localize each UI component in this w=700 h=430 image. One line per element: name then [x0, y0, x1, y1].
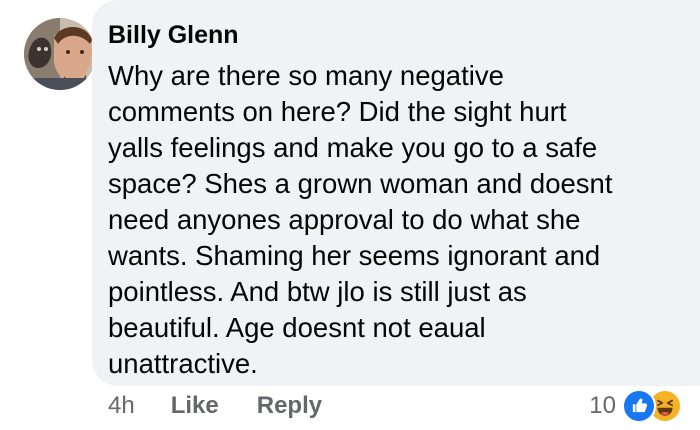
- reaction-icons: [622, 389, 682, 423]
- reaction-count: 10: [589, 392, 616, 419]
- comment-text-line: space? Shes a grown woman and doesnt: [108, 168, 613, 199]
- comment-text-line: unattractive.: [108, 348, 258, 379]
- avatar-image: [24, 18, 96, 90]
- reactions-summary[interactable]: 10: [589, 386, 682, 426]
- comment-author[interactable]: Billy Glenn: [108, 20, 239, 50]
- comment-actions: 4h Like Reply: [108, 388, 360, 424]
- comment-text: Why are there so many negative comments …: [108, 58, 668, 382]
- comment-text-line: Why are there so many negative: [108, 60, 504, 91]
- comment-text-line: yalls feelings and make you go to a safe: [108, 132, 598, 163]
- comment-text-line: comments on here? Did the sight hurt: [108, 96, 567, 127]
- comment-text-line: beautiful. Age doesnt not eaual: [108, 312, 486, 343]
- reply-button[interactable]: Reply: [257, 392, 322, 420]
- like-icon: [622, 389, 656, 423]
- timestamp[interactable]: 4h: [108, 392, 135, 420]
- avatar[interactable]: [24, 18, 96, 90]
- comment-text-line: wants. Shaming her seems ignorant and: [108, 240, 601, 271]
- like-button[interactable]: Like: [171, 392, 219, 420]
- comment: Billy Glenn Why are there so many negati…: [0, 0, 700, 430]
- comment-text-line: pointless. And btw jlo is still just as: [108, 276, 527, 307]
- comment-text-line: need anyones approval to do what she: [108, 204, 581, 235]
